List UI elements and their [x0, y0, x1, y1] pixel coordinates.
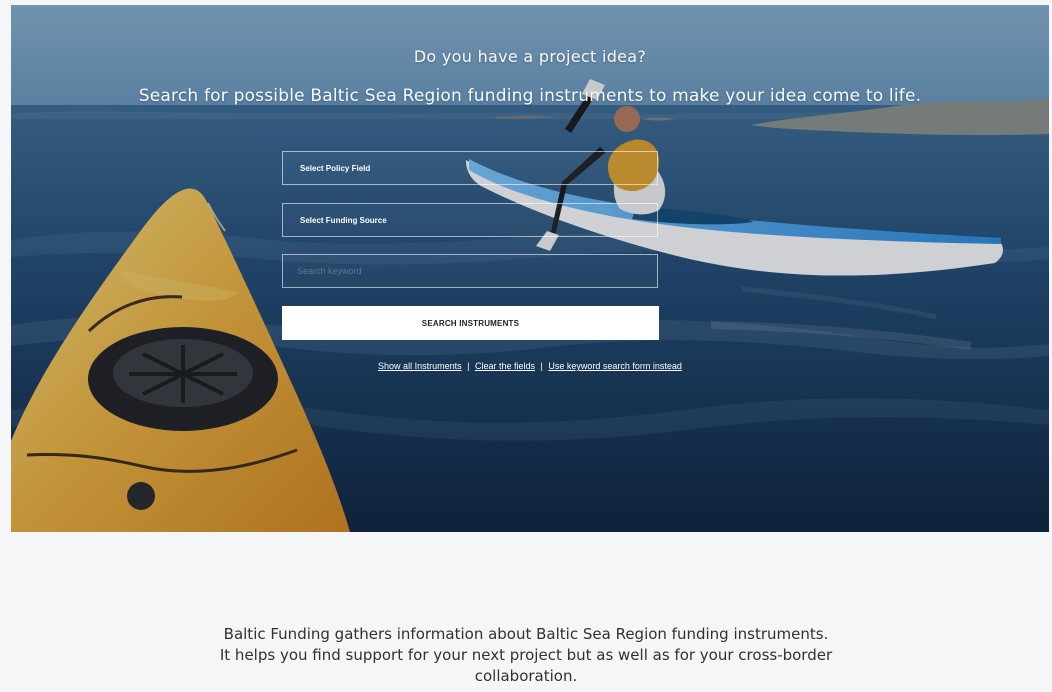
page: Do you have a project idea? Search for p… [0, 0, 1052, 692]
search-instruments-button[interactable]: SEARCH INSTRUMENTS [282, 306, 659, 340]
search-links: Show all Instruments | Clear the fields … [11, 361, 1049, 371]
about-line-2: It helps you find support for your next … [219, 646, 833, 664]
keyword-field[interactable] [282, 254, 658, 288]
keyword-search-form-link[interactable]: Use keyword search form instead [548, 361, 682, 371]
funding-source-label: Select Funding Source [300, 215, 387, 225]
about-line-3: collaboration. [474, 667, 578, 685]
about-section: Baltic Funding gathers information about… [0, 624, 1052, 687]
hero-subtitle: Search for possible Baltic Sea Region fu… [138, 86, 922, 106]
clear-fields-link[interactable]: Clear the fields [475, 361, 535, 371]
policy-field-select[interactable]: Select Policy Field [282, 151, 658, 185]
hero-question: Do you have a project idea? [413, 47, 647, 66]
funding-source-select[interactable]: Select Funding Source [282, 203, 658, 237]
keyword-input[interactable] [295, 254, 645, 288]
link-separator-1: | [467, 361, 470, 371]
about-line-1: Baltic Funding gathers information about… [223, 625, 829, 643]
link-separator-2: | [540, 361, 543, 371]
show-all-instruments-link[interactable]: Show all Instruments [378, 361, 462, 371]
hero-banner: Do you have a project idea? Search for p… [11, 5, 1049, 532]
policy-field-label: Select Policy Field [300, 163, 371, 173]
